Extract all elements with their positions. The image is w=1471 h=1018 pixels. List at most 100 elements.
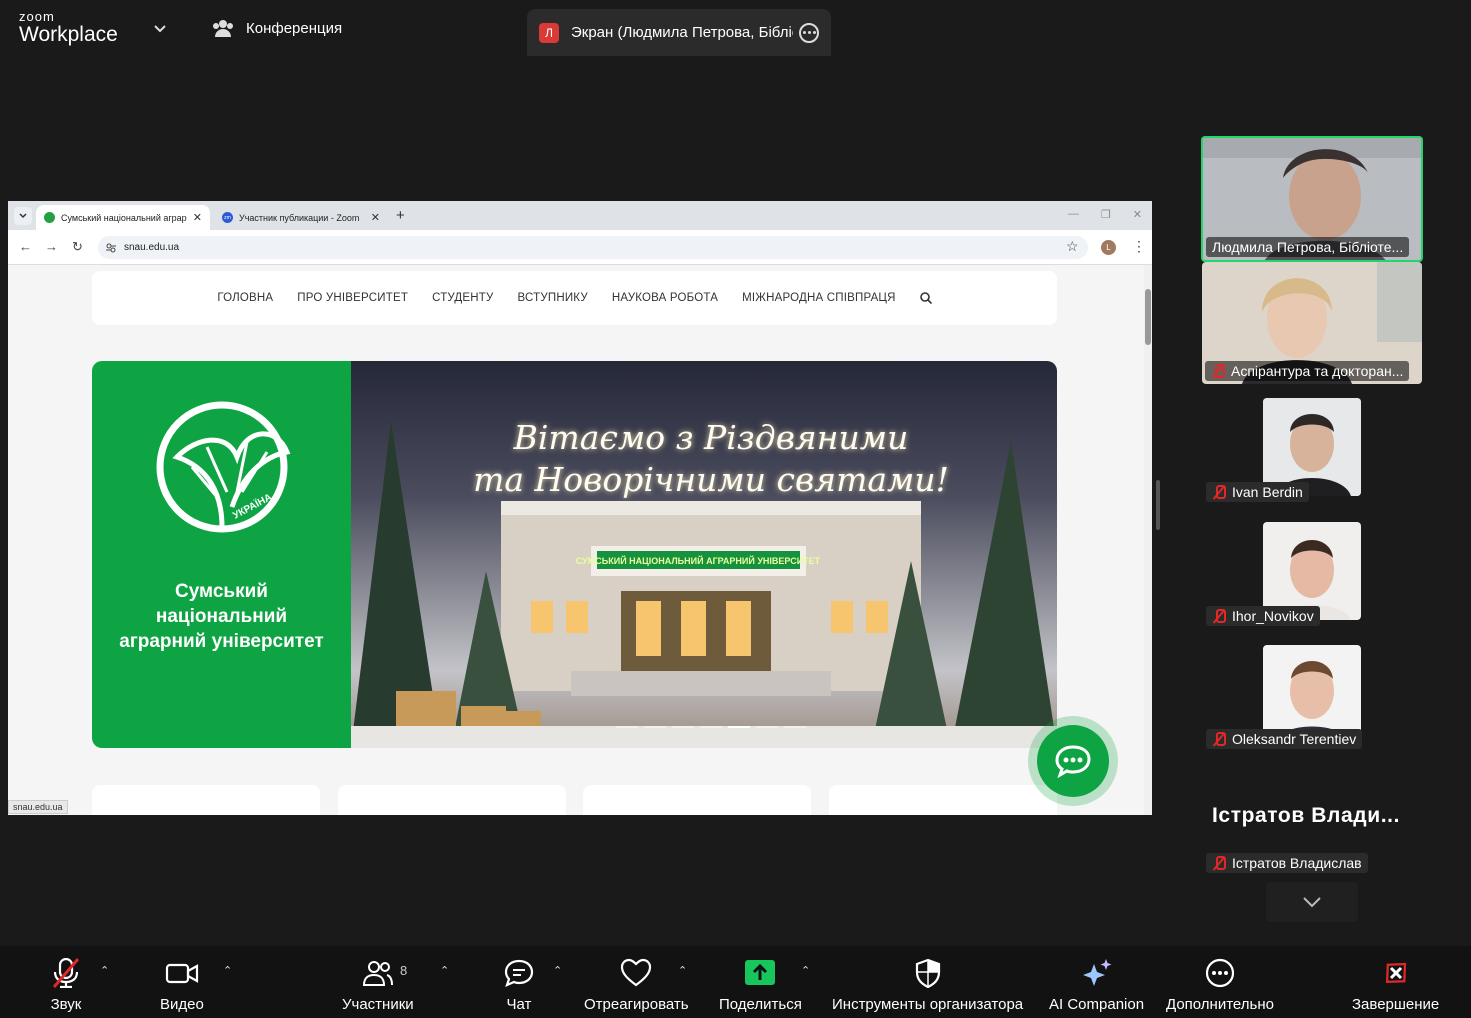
nav-research[interactable]: НАУКОВА РОБОТА <box>612 292 718 304</box>
university-logo-icon: УКРАЇНА <box>156 401 291 533</box>
mic-muted-icon <box>1212 485 1226 499</box>
meeting-group-icon <box>213 20 233 37</box>
browser-tab-zoom[interactable]: zm Участник публикации - Zoom ✕ <box>214 205 388 230</box>
ai-companion-label: AI Companion <box>1049 996 1145 1013</box>
bookmark-star-icon[interactable]: ☆ <box>1066 238 1079 255</box>
end-meeting-label: Завершение <box>1352 996 1440 1013</box>
share-screen-button[interactable]: Поделиться <box>719 958 802 1013</box>
meeting-info-button[interactable]: Конференция <box>212 18 342 38</box>
address-bar[interactable]: snau.edu.ua <box>98 236 1088 259</box>
zoom-workplace-logo: zoom Workplace <box>19 10 118 45</box>
carousel-indicators <box>616 726 806 728</box>
search-icon[interactable] <box>919 292 932 304</box>
participants-icon <box>362 961 393 986</box>
close-tab-icon[interactable]: ✕ <box>371 211 380 224</box>
hero-brand-panel: УКРАЇНА Сумський національний аграрний у… <box>92 361 351 748</box>
ai-sparkle-icon <box>1082 959 1112 986</box>
audio-button[interactable]: Звук <box>48 958 84 1013</box>
heart-icon <box>621 958 652 987</box>
browser-tab-strip: Сумський національний аграрний університ… <box>8 201 1152 230</box>
host-tools-button[interactable]: Инструменты организатора <box>832 958 1023 1013</box>
nav-applicant[interactable]: ВСТУПНИКУ <box>518 292 588 304</box>
more-options-icon[interactable] <box>799 22 819 43</box>
chat-label: Чат <box>506 996 532 1013</box>
shield-icon <box>915 958 940 988</box>
scrollbar-thumb[interactable] <box>1145 289 1151 345</box>
feature-card[interactable] <box>829 785 1057 815</box>
participants-options-caret-icon[interactable]: ⌃ <box>440 964 449 977</box>
participant-name-tag: Ivan Berdin <box>1206 482 1309 502</box>
page-scrollbar[interactable] <box>1144 265 1152 815</box>
participant-name-tag: Аспірантура та докторан... <box>1205 361 1410 381</box>
feature-card[interactable] <box>338 785 566 815</box>
meeting-top-bar: zoom Workplace Конференция Л Экран (Людм… <box>0 0 1471 56</box>
carousel-dot[interactable] <box>644 726 666 728</box>
browser-menu-icon[interactable]: ⋮ <box>1132 238 1146 255</box>
forward-icon[interactable]: → <box>45 239 58 254</box>
audio-options-caret-icon[interactable]: ⌃ <box>100 964 109 977</box>
url-text: snau.edu.ua <box>124 242 180 253</box>
chevron-down-icon[interactable] <box>152 20 168 36</box>
carousel-dot[interactable] <box>756 726 778 728</box>
browser-profile-avatar[interactable]: L <box>1101 240 1116 255</box>
participant-name: Людмила Петрова, Бібліоте... <box>1212 239 1404 255</box>
university-name: Сумський національний аграрний університ… <box>92 579 351 654</box>
meeting-controls: Звук ⌃ Видео ⌃ Участники 8 ⌃ Чат ⌃ Отреа… <box>0 946 1471 1018</box>
minimize-icon[interactable]: — <box>1068 208 1079 221</box>
carousel-dot[interactable] <box>700 726 722 728</box>
carousel-dot[interactable] <box>784 726 806 728</box>
close-window-icon[interactable]: ✕ <box>1133 208 1142 221</box>
share-label: Поделиться <box>719 996 802 1013</box>
carousel-dot[interactable] <box>616 726 638 728</box>
feature-card[interactable] <box>583 785 811 815</box>
back-icon[interactable]: ← <box>19 239 32 254</box>
new-tab-icon[interactable]: + <box>396 207 405 224</box>
more-button[interactable]: Дополнительно <box>1166 958 1274 1013</box>
mic-muted-icon <box>1212 856 1226 870</box>
sharer-avatar: Л <box>539 22 559 43</box>
restore-icon[interactable]: ❐ <box>1101 208 1111 221</box>
feature-card[interactable] <box>92 785 320 815</box>
participant-tile[interactable]: Аспірантура та докторан... <box>1202 262 1422 384</box>
nav-international[interactable]: МІЖНАРОДНА СПІВПРАЦЯ <box>742 292 896 304</box>
hero-banner[interactable]: УКРАЇНА Сумський національний аграрний у… <box>92 361 1057 748</box>
ai-companion-button[interactable]: AI Companion <box>1049 958 1144 1013</box>
nav-about[interactable]: ПРО УНІВЕРСИТЕТ <box>297 292 408 304</box>
tab-search-button[interactable] <box>14 207 32 225</box>
browser-tab-active[interactable]: Сумський національний аграрний університ… <box>36 205 210 230</box>
mic-muted-icon <box>1212 732 1226 746</box>
share-options-caret-icon[interactable]: ⌃ <box>801 964 810 977</box>
shared-screen-tab[interactable]: Л Экран (Людмила Петрова, Бібліотека <box>527 9 831 56</box>
reload-icon[interactable]: ↻ <box>72 239 83 255</box>
mic-muted-icon <box>1211 364 1225 378</box>
nav-home[interactable]: ГОЛОВНА <box>217 292 273 304</box>
more-icon <box>1205 958 1235 988</box>
chat-widget-button[interactable] <box>1028 716 1118 806</box>
panel-resize-handle[interactable] <box>1156 480 1160 530</box>
carousel-dot-active[interactable] <box>728 726 750 728</box>
meeting-label: Конференция <box>246 19 343 37</box>
chat-options-caret-icon[interactable]: ⌃ <box>553 964 562 977</box>
nav-student[interactable]: СТУДЕНТУ <box>432 292 493 304</box>
site-settings-icon[interactable] <box>106 243 116 253</box>
video-button[interactable]: Видео <box>160 958 204 1013</box>
end-meeting-button[interactable]: Завершение <box>1352 958 1439 1013</box>
building-sign-text: СУМСЬКИЙ НАЦІОНАЛЬНИЙ АГРАРНИЙ УНІВЕРСИТ… <box>576 555 821 566</box>
logo-top-text: zoom <box>19 9 55 24</box>
video-options-caret-icon[interactable]: ⌃ <box>223 964 232 977</box>
holiday-banner-image: СУМСЬКИЙ НАЦІОНАЛЬНИЙ АГРАРНИЙ УНІВЕРСИТ… <box>351 361 1057 748</box>
chevron-down-icon <box>1303 897 1321 908</box>
chat-button[interactable]: Чат <box>503 958 535 1013</box>
react-options-caret-icon[interactable]: ⌃ <box>678 964 687 977</box>
react-button[interactable]: Отреагировать <box>584 958 689 1013</box>
mic-muted-icon <box>52 958 80 988</box>
gallery-scroll-down-button[interactable] <box>1266 882 1358 922</box>
video-camera-icon <box>165 963 199 984</box>
participant-tile-speaker[interactable]: Людмила Петрова, Бібліоте... <box>1201 136 1423 262</box>
react-label: Отреагировать <box>584 996 689 1013</box>
participant-name: Аспірантура та докторан... <box>1231 363 1404 379</box>
carousel-dot[interactable] <box>672 726 694 728</box>
share-screen-icon <box>745 960 776 985</box>
participant-no-video-name: Істратов Влади... <box>1212 804 1401 827</box>
close-tab-icon[interactable]: ✕ <box>193 211 202 224</box>
